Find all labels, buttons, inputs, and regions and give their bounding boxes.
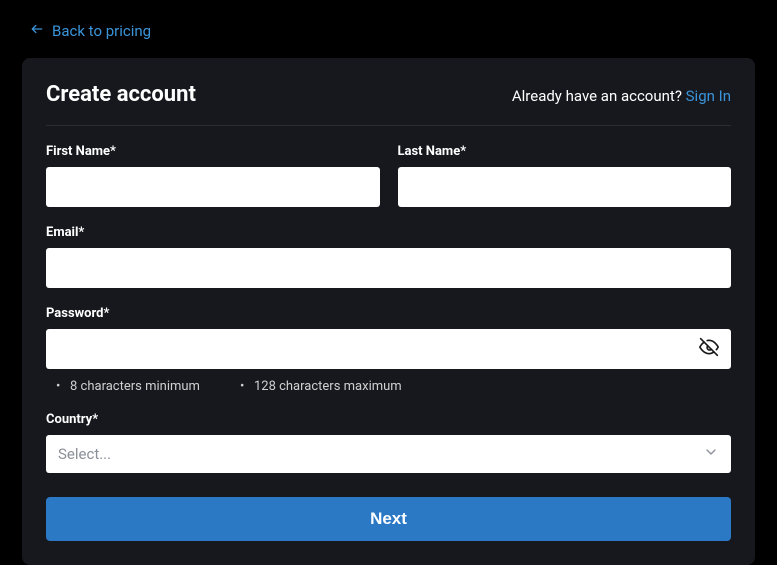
country-select-placeholder: Select... (58, 445, 111, 463)
last-name-input[interactable] (398, 167, 732, 207)
password-hint-min: 8 characters minimum (56, 379, 200, 394)
password-hint-max: 128 characters maximum (240, 379, 402, 394)
password-input[interactable] (46, 329, 731, 369)
first-name-input[interactable] (46, 167, 380, 207)
first-name-label: First Name* (46, 144, 380, 159)
password-hints: 8 characters minimum 128 characters maxi… (46, 379, 731, 394)
create-account-card: Create account Already have an account? … (22, 58, 755, 565)
password-label: Password* (46, 306, 731, 321)
email-label: Email* (46, 225, 731, 240)
toggle-password-visibility-button[interactable] (699, 337, 719, 361)
country-field-group: Country* Select... (46, 412, 731, 473)
next-button[interactable]: Next (46, 497, 731, 541)
password-field-group: Password* 8 characters minimum (46, 306, 731, 394)
card-header: Create account Already have an account? … (46, 82, 731, 107)
country-label: Country* (46, 412, 731, 427)
header-divider (46, 125, 731, 126)
last-name-field-group: Last Name* (398, 144, 732, 207)
arrow-left-icon (30, 22, 44, 40)
email-field-group: Email* (46, 225, 731, 288)
eye-off-icon (699, 337, 719, 361)
back-link-label: Back to pricing (52, 22, 151, 40)
signin-prompt: Already have an account? (512, 87, 686, 105)
signin-prompt-container: Already have an account? Sign In (512, 87, 731, 105)
back-to-pricing-link[interactable]: Back to pricing (22, 0, 151, 58)
page-title: Create account (46, 82, 196, 107)
email-input[interactable] (46, 248, 731, 288)
signin-link[interactable]: Sign In (686, 87, 731, 105)
last-name-label: Last Name* (398, 144, 732, 159)
next-button-label: Next (370, 509, 407, 528)
country-select[interactable]: Select... (46, 435, 731, 473)
first-name-field-group: First Name* (46, 144, 380, 207)
